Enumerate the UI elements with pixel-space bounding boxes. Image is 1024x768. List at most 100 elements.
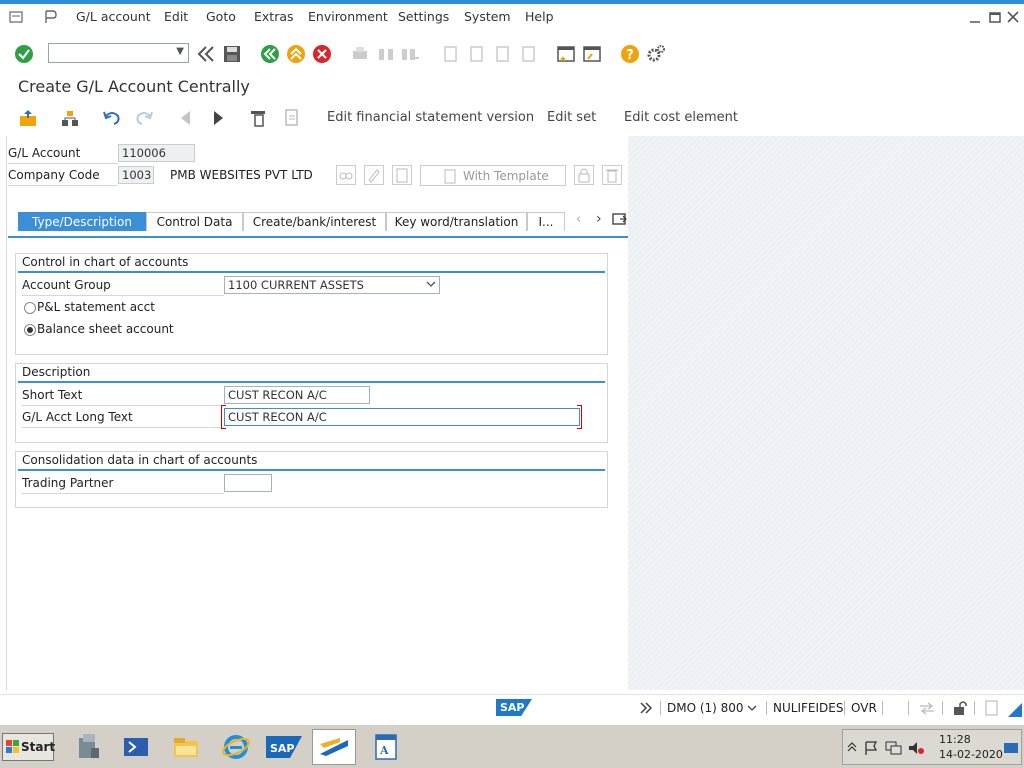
status-separator (882, 701, 883, 715)
last-page-icon (518, 44, 538, 64)
long-text-label: G/L Acct Long Text (22, 410, 133, 424)
sap-logo: SAP (496, 699, 532, 716)
menu-bar: G/L account Edit Goto Extras Environment… (0, 4, 1024, 30)
edit-set-button[interactable]: Edit set (547, 110, 596, 125)
status-separator (908, 701, 909, 715)
tab-list-icon[interactable] (612, 212, 628, 229)
next-page-icon (492, 44, 512, 64)
double-chevron-left-icon[interactable] (196, 44, 216, 64)
wordpad-icon[interactable]: A (364, 729, 408, 765)
chevron-down-icon[interactable] (747, 702, 757, 716)
label-underline (8, 185, 118, 186)
print-icon (350, 44, 370, 64)
tab-more[interactable]: I... (527, 212, 565, 231)
menu-edit[interactable]: Edit (164, 9, 188, 24)
status-separator (844, 701, 845, 715)
resize-grip-icon[interactable] (1008, 703, 1022, 720)
status-separator (942, 701, 943, 715)
tab-underline (8, 236, 628, 238)
start-label: Start (21, 740, 56, 754)
account-group-select[interactable]: 1100 CURRENT ASSETS (224, 276, 440, 294)
shortcut-icon[interactable] (582, 44, 602, 64)
menu-environment[interactable]: Environment (308, 9, 388, 24)
sap-menu-icon[interactable] (43, 9, 59, 28)
company-code-field[interactable]: 1003 (118, 166, 154, 184)
label-underline (8, 163, 118, 164)
tab-control-data[interactable]: Control Data (146, 212, 243, 231)
menu-gl-account[interactable]: G/L account (76, 9, 151, 24)
menu-toggle-icon[interactable] (9, 10, 23, 27)
application-toolbar: Edit financial statement version Edit se… (0, 104, 1024, 132)
tab-scroll-right-icon[interactable]: › (596, 211, 602, 227)
show-desktop-icon[interactable] (1003, 742, 1019, 757)
menu-goto[interactable]: Goto (206, 9, 236, 24)
chevron-up-icon[interactable] (847, 741, 857, 756)
menu-system[interactable]: System (464, 9, 511, 24)
server-manager-icon[interactable] (66, 729, 110, 765)
unlock-icon[interactable] (952, 699, 970, 720)
create-session-icon[interactable] (556, 44, 576, 64)
command-field[interactable]: ▼ (48, 43, 189, 63)
switch-icon[interactable] (18, 108, 38, 128)
save-icon[interactable] (222, 44, 242, 64)
close-window-icon[interactable] (1006, 10, 1020, 24)
status-bar: SAP DMO (1) 800 NULIFEIDES OVR (0, 694, 1024, 720)
flag-icon[interactable] (863, 740, 879, 759)
chevron-down-icon[interactable] (426, 279, 436, 292)
trading-partner-input[interactable] (224, 474, 272, 492)
user-info: NULIFEIDES (773, 701, 844, 715)
menu-help[interactable]: Help (525, 9, 554, 24)
undo-icon[interactable] (102, 108, 122, 128)
start-button[interactable]: Start (2, 733, 56, 761)
label-underline (22, 295, 224, 296)
tab-create-bank-interest[interactable]: Create/bank/interest (243, 212, 386, 231)
tab-scroll-left-icon[interactable]: ‹ (576, 212, 581, 227)
short-text-input[interactable]: CUST RECON A/C (224, 386, 370, 404)
menu-extras[interactable]: Extras (254, 9, 294, 24)
maximize-icon[interactable] (988, 10, 1002, 24)
long-text-input[interactable]: CUST RECON A/C (224, 408, 580, 426)
with-template-button: With Template (420, 165, 566, 186)
explorer-icon[interactable] (164, 729, 208, 765)
volume-mute-icon[interactable] (907, 740, 925, 759)
edit-cost-element-button[interactable]: Edit cost element (624, 110, 738, 125)
first-page-icon (440, 44, 460, 64)
help-icon[interactable]: ? (620, 44, 640, 64)
pl-statement-radio[interactable] (24, 302, 36, 314)
next-icon[interactable] (208, 108, 228, 128)
insert-mode[interactable]: OVR (851, 701, 877, 715)
enter-check-icon[interactable] (14, 44, 34, 64)
glasses-icon (336, 165, 356, 185)
clock-date[interactable]: 14-02-2020 (939, 748, 1003, 761)
windows-taskbar: Start SAP A 11:28 14-02-2020 (0, 724, 1024, 768)
previous-page-icon (466, 44, 486, 64)
gear-icon[interactable] (646, 44, 666, 64)
control-group-title: Control in chart of accounts (22, 255, 189, 269)
exit-icon[interactable] (286, 44, 306, 64)
sap-gui-icon[interactable] (312, 729, 356, 765)
minimize-icon[interactable] (968, 10, 982, 24)
back-icon[interactable] (260, 44, 280, 64)
balance-sheet-radio[interactable] (24, 324, 36, 336)
document-status-icon (982, 699, 1000, 720)
page-title: Create G/L Account Centrally (18, 77, 250, 96)
status-separator (766, 701, 767, 715)
hierarchy-icon[interactable] (60, 108, 80, 128)
tab-type-description[interactable]: Type/Description (18, 212, 146, 231)
gl-account-field[interactable]: 110006 (118, 144, 195, 162)
menu-settings[interactable]: Settings (398, 9, 449, 24)
internet-explorer-icon[interactable] (214, 729, 258, 765)
clock-time[interactable]: 11:28 (939, 733, 971, 746)
powershell-icon[interactable] (114, 729, 158, 765)
cancel-icon[interactable] (312, 44, 332, 64)
system-info[interactable]: DMO (1) 800 (667, 701, 744, 715)
tab-keyword-translation[interactable]: Key word/translation (386, 212, 527, 231)
account-list-icon[interactable] (248, 108, 268, 128)
chevron-down-icon[interactable]: ▼ (176, 46, 184, 57)
double-chevron-right-icon[interactable] (638, 700, 654, 719)
network-icon[interactable] (885, 740, 903, 759)
edit-fsv-button[interactable]: Edit financial statement version (327, 110, 534, 125)
svg-text:?: ? (626, 48, 634, 63)
company-code-label: Company Code (8, 168, 100, 182)
sap-logon-icon[interactable]: SAP (262, 729, 306, 765)
